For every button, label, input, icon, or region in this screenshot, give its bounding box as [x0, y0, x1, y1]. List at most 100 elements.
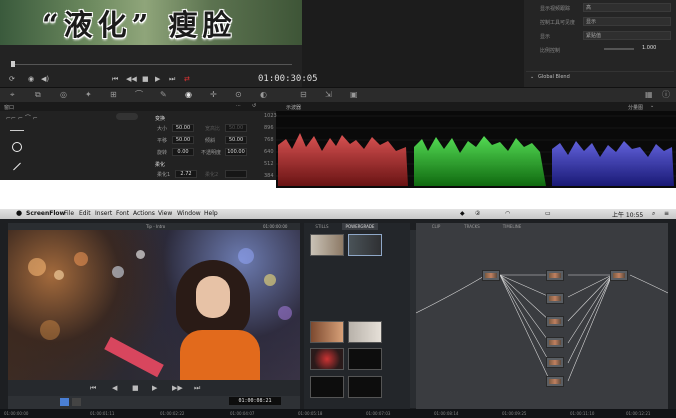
menu-help[interactable]: Help: [204, 210, 218, 217]
tab-powergrade[interactable]: POWERGRADE: [342, 223, 378, 230]
node-04[interactable]: [546, 316, 564, 327]
color-match-icon[interactable]: ⧉: [35, 91, 41, 99]
timeline-ruler[interactable]: 01:00:00:00 01:00:01:11 01:00:02:22 01:0…: [0, 409, 676, 418]
scale-slider[interactable]: [604, 48, 634, 50]
softness2-field[interactable]: [225, 170, 247, 178]
reset-icon[interactable]: ↺: [252, 103, 256, 109]
inspector-select[interactable]: 显示: [583, 17, 671, 26]
node-07[interactable]: [546, 376, 564, 387]
tracker-icon[interactable]: ✛: [210, 91, 217, 99]
still-thumbnail[interactable]: [348, 234, 382, 256]
key-icon[interactable]: ⊟: [300, 91, 307, 99]
scope-mode-select[interactable]: 分量图: [628, 104, 643, 111]
skip-end-icon[interactable]: ⏭: [194, 384, 200, 393]
still-thumbnail[interactable]: [310, 348, 344, 370]
scope-toggle-icon[interactable]: ▦: [645, 91, 653, 99]
opacity-field[interactable]: 100.00: [225, 148, 247, 156]
pencil-tool-icon[interactable]: [60, 398, 69, 406]
qualifier-icon[interactable]: ✎: [160, 91, 167, 99]
rotate-field[interactable]: 0.00: [172, 148, 194, 156]
playhead-scrubber[interactable]: [12, 64, 292, 65]
notification-icon[interactable]: ②: [475, 210, 480, 217]
curves-icon[interactable]: ⌒: [135, 91, 143, 99]
battery-icon[interactable]: ▭: [545, 210, 551, 217]
rectangle-window-icon[interactable]: [10, 130, 24, 131]
sizing-icon[interactable]: ⇲: [325, 91, 332, 99]
menu-actions[interactable]: Actions: [133, 210, 155, 217]
menu-file[interactable]: File: [64, 210, 74, 217]
global-blend-section[interactable]: ⌄ Global Blend: [526, 71, 674, 82]
inspector-select[interactable]: 紧贴值: [583, 31, 671, 40]
blur-icon[interactable]: ◐: [260, 91, 267, 99]
menu-edit[interactable]: Edit: [79, 210, 91, 217]
inspector-select[interactable]: 高: [583, 3, 671, 12]
scale-value[interactable]: 1.000: [642, 45, 656, 51]
step-back-icon[interactable]: ◀◀: [126, 75, 137, 83]
circle-window-icon[interactable]: [12, 142, 22, 152]
3d-icon[interactable]: ▣: [350, 91, 358, 99]
timecode-display: 01:00:30:05: [258, 74, 318, 84]
menu-font[interactable]: Font: [116, 210, 129, 217]
node-01[interactable]: [482, 270, 500, 281]
menu-window[interactable]: Window: [177, 210, 201, 217]
search-icon[interactable]: ⌕: [652, 210, 655, 218]
still-thumbnail[interactable]: [348, 348, 382, 370]
bokeh-light: [40, 320, 60, 340]
still-thumbnail[interactable]: [310, 376, 344, 398]
play-icon[interactable]: ▶: [155, 75, 160, 83]
wifi-icon[interactable]: ◠: [505, 210, 510, 217]
window-icon[interactable]: ◉: [185, 91, 192, 99]
apple-icon[interactable]: ●: [16, 209, 22, 217]
camera-raw-icon[interactable]: ⌖: [10, 91, 15, 99]
skip-end-icon[interactable]: ⏭: [169, 75, 175, 84]
skip-start-icon[interactable]: ⏮: [90, 384, 96, 393]
tab-timeline[interactable]: TIMELINE: [498, 223, 526, 230]
linear-tool-icon[interactable]: ⌐⌐ ⌐ ⌒ ⌐: [6, 113, 38, 122]
playhead-handle[interactable]: [11, 61, 15, 67]
loop-red-icon[interactable]: ⇄: [184, 75, 190, 83]
play-icon[interactable]: ▶: [152, 384, 157, 392]
still-thumbnail[interactable]: [348, 376, 382, 398]
softness1-field[interactable]: 2.72: [175, 170, 197, 178]
size-field[interactable]: 50.00: [172, 124, 194, 132]
speaker-icon[interactable]: ◀): [41, 75, 49, 83]
skip-start-icon[interactable]: ⏮: [112, 75, 118, 84]
stop-icon[interactable]: ■: [132, 384, 139, 392]
step-back-icon[interactable]: ◀: [112, 384, 117, 392]
hand-tool-icon[interactable]: [72, 398, 81, 406]
pan-field[interactable]: 50.00: [172, 136, 194, 144]
window-panel-header: 窗口 ⋯ ↺: [0, 102, 276, 111]
aspect-field[interactable]: 50.00: [225, 124, 247, 132]
still-thumbnail[interactable]: [310, 234, 344, 256]
still-thumbnail[interactable]: [348, 321, 382, 343]
node-03[interactable]: [546, 293, 564, 304]
node-06[interactable]: [546, 357, 564, 368]
tab-tracks[interactable]: TRACKS: [460, 223, 484, 230]
chevron-down-icon[interactable]: ⌄: [650, 103, 654, 109]
panel-divider[interactable]: [410, 230, 416, 408]
menu-view[interactable]: View: [158, 210, 172, 217]
node-08[interactable]: [610, 270, 628, 281]
info-icon[interactable]: ⓘ: [662, 91, 670, 99]
step-forward-icon[interactable]: ▶▶: [172, 384, 183, 392]
eye-icon[interactable]: ◉: [28, 75, 34, 83]
rgb-mixer-icon[interactable]: ✦: [85, 91, 92, 99]
tilt-field[interactable]: 50.00: [225, 136, 247, 144]
color-wheels-icon[interactable]: ◎: [60, 91, 67, 99]
window-toggle[interactable]: [116, 113, 138, 120]
magic-mask-icon[interactable]: ⊙: [235, 91, 242, 99]
node-02[interactable]: [546, 270, 564, 281]
tab-stills[interactable]: STILLS: [306, 223, 338, 230]
tab-clip[interactable]: CLIP: [426, 223, 446, 230]
menu-insert[interactable]: Insert: [95, 210, 112, 217]
still-thumbnail[interactable]: [310, 321, 344, 343]
list-icon[interactable]: ⋯: [236, 103, 241, 109]
node-05[interactable]: [546, 337, 564, 348]
stop-icon[interactable]: ■: [142, 75, 149, 83]
app-menu[interactable]: ScreenFlow: [26, 210, 65, 217]
list-icon[interactable]: ≡: [664, 210, 669, 217]
motion-effects-icon[interactable]: ⊞: [110, 91, 117, 99]
dropbox-icon[interactable]: ◆: [460, 210, 465, 217]
loop-icon[interactable]: ⟳: [9, 75, 15, 83]
bokeh-light: [112, 266, 124, 278]
